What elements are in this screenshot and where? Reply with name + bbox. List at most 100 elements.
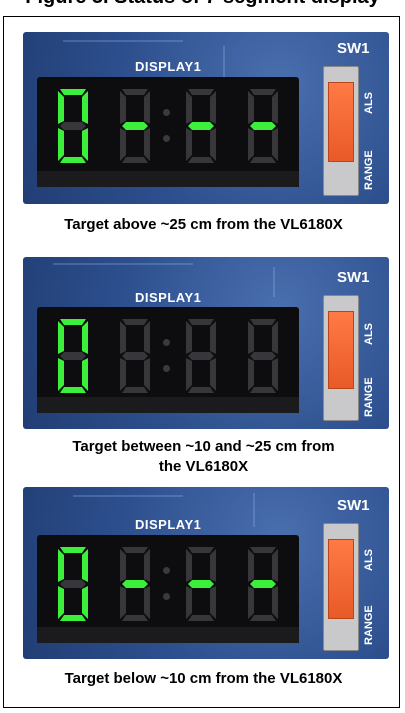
digit-4	[248, 547, 278, 621]
digit-1	[58, 319, 88, 393]
segment-a	[60, 547, 86, 553]
segment-b	[210, 549, 216, 582]
segment-f	[58, 91, 64, 124]
segment-b	[82, 91, 88, 124]
switch-position-range: RANGE	[363, 150, 375, 190]
segment-g	[250, 122, 276, 130]
segment-a	[60, 319, 86, 325]
segment-e	[186, 128, 192, 161]
switch-position-range: RANGE	[363, 377, 375, 417]
segment-g	[250, 580, 276, 588]
segment-c	[272, 586, 278, 619]
segment-g	[60, 122, 86, 130]
segment-d	[60, 157, 86, 163]
segment-g	[60, 580, 86, 588]
segment-d	[122, 615, 148, 621]
segment-e	[58, 586, 64, 619]
segment-a	[250, 89, 276, 95]
segment-a	[122, 547, 148, 553]
segment-d	[250, 615, 276, 621]
segment-a	[122, 89, 148, 95]
pcb-board: DISPLAY1 SW1 ALS RANGE	[23, 32, 389, 204]
range-als-switch: ALS RANGE	[323, 523, 375, 651]
segment-f	[58, 321, 64, 354]
segment-e	[58, 358, 64, 391]
segment-c	[144, 586, 150, 619]
board-photo-1: DISPLAY1 SW1 ALS RANGE	[23, 32, 389, 204]
segment-e	[248, 358, 254, 391]
figure-frame: DISPLAY1 SW1 ALS RANGE Target above ~25 …	[3, 16, 400, 708]
segment-d	[188, 387, 214, 393]
segment-d	[122, 387, 148, 393]
caption-2: Target between ~10 and ~25 cm from the V…	[72, 438, 335, 475]
switch-label: SW1	[337, 40, 370, 57]
segment-b	[210, 321, 216, 354]
digit-2	[120, 547, 150, 621]
segment-e	[186, 358, 192, 391]
segment-f	[186, 321, 192, 354]
caption-3: Target below ~10 cm from the VL6180X	[64, 670, 343, 687]
digit-1	[58, 89, 88, 163]
segment-g	[60, 352, 86, 360]
segment-d	[60, 615, 86, 621]
display-label: DISPLAY1	[135, 59, 202, 74]
range-als-switch: ALS RANGE	[323, 295, 375, 421]
digit-4	[248, 89, 278, 163]
segment-e	[186, 586, 192, 619]
segment-b	[82, 549, 88, 582]
digit-3	[186, 89, 216, 163]
segment-f	[248, 321, 254, 354]
segment-g	[122, 122, 148, 130]
digit-4	[248, 319, 278, 393]
segment-g	[122, 352, 148, 360]
display-label: DISPLAY1	[135, 290, 202, 305]
digit-3	[186, 319, 216, 393]
digit-2	[120, 89, 150, 163]
segment-f	[186, 549, 192, 582]
segment-c	[210, 358, 216, 391]
segment-a	[188, 89, 214, 95]
segment-c	[144, 358, 150, 391]
segment-g	[188, 580, 214, 588]
segment-d	[188, 157, 214, 163]
segment-g	[250, 352, 276, 360]
segment-e	[120, 128, 126, 161]
segment-b	[272, 321, 278, 354]
segment-a	[188, 547, 214, 553]
segment-g	[188, 352, 214, 360]
segment-e	[120, 586, 126, 619]
figure-title: Figure 3. Status of 7-segment display	[0, 0, 405, 9]
switch-position-als: ALS	[363, 92, 375, 114]
segment-b	[272, 549, 278, 582]
segment-b	[144, 91, 150, 124]
board-photo-3: DISPLAY1 SW1 ALS RANGE	[23, 487, 389, 659]
segment-d	[60, 387, 86, 393]
segment-b	[210, 91, 216, 124]
segment-a	[122, 319, 148, 325]
segment-c	[82, 128, 88, 161]
pcb-board: DISPLAY1 SW1 ALS RANGE	[23, 257, 389, 429]
segment-f	[248, 549, 254, 582]
digit-1	[58, 547, 88, 621]
segment-c	[210, 586, 216, 619]
board-photo-2: DISPLAY1 SW1 ALS RANGE	[23, 257, 389, 429]
seven-segment-display	[37, 307, 299, 413]
segment-a	[250, 547, 276, 553]
segment-e	[248, 586, 254, 619]
segment-c	[82, 358, 88, 391]
segment-b	[144, 321, 150, 354]
segment-a	[60, 89, 86, 95]
pcb-board: DISPLAY1 SW1 ALS RANGE	[23, 487, 389, 659]
segment-d	[122, 157, 148, 163]
segment-d	[250, 157, 276, 163]
segment-f	[120, 91, 126, 124]
seven-segment-display	[37, 535, 299, 643]
switch-label: SW1	[337, 497, 370, 514]
segment-f	[120, 321, 126, 354]
segment-d	[250, 387, 276, 393]
segment-e	[58, 128, 64, 161]
segment-g	[188, 122, 214, 130]
segment-c	[272, 358, 278, 391]
segment-c	[82, 586, 88, 619]
segment-e	[120, 358, 126, 391]
